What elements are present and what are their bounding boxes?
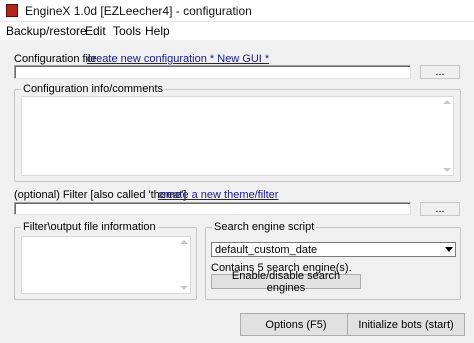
filter-browse-button[interactable]: ... (420, 202, 460, 216)
scroll-up-icon[interactable] (443, 100, 451, 104)
filter-output-group: Filter\output file information (14, 221, 197, 300)
scroll-up-icon[interactable] (180, 240, 188, 244)
config-file-label: Configuration file (14, 53, 97, 65)
menu-help[interactable]: Help (145, 24, 170, 38)
config-info-textarea[interactable] (21, 96, 454, 176)
config-info-group: Configuration info/comments (14, 83, 461, 182)
create-config-link[interactable]: create new configuration * New GUI * (87, 53, 269, 65)
window-title: EngineX 1.0d [EZLeecher4] - configuratio… (25, 4, 252, 18)
filter-output-textarea[interactable] (21, 236, 191, 294)
config-info-title: Configuration info/comments (21, 83, 166, 95)
toggle-engines-button[interactable]: Enable/disable search engines (211, 270, 361, 294)
search-engine-group: Search engine script default_custom_date… (205, 221, 461, 300)
scroll-down-icon[interactable] (180, 286, 188, 290)
menu-tools[interactable]: Tools (113, 24, 141, 38)
config-file-input[interactable] (14, 65, 411, 79)
chevron-down-icon[interactable] (445, 247, 453, 252)
menu-bar: Backup/restore Edit Tools Help (0, 22, 474, 40)
options-button[interactable]: Options (F5) (240, 313, 352, 336)
initialize-bots-button[interactable]: Initialize bots (start) (347, 313, 465, 336)
title-bar: EngineX 1.0d [EZLeecher4] - configuratio… (0, 0, 474, 22)
search-engine-selected: default_custom_date (215, 244, 318, 256)
filter-input[interactable] (14, 202, 411, 215)
app-icon (6, 4, 18, 17)
scroll-down-icon[interactable] (443, 168, 451, 172)
search-engine-title: Search engine script (212, 221, 317, 233)
config-browse-button[interactable]: ... (420, 65, 460, 79)
menu-edit[interactable]: Edit (85, 24, 106, 38)
search-engine-select[interactable]: default_custom_date (211, 242, 456, 257)
menu-backup-restore[interactable]: Backup/restore (6, 24, 87, 38)
create-filter-link[interactable]: create a new theme/filter (158, 189, 278, 201)
filter-output-title: Filter\output file information (21, 221, 158, 233)
